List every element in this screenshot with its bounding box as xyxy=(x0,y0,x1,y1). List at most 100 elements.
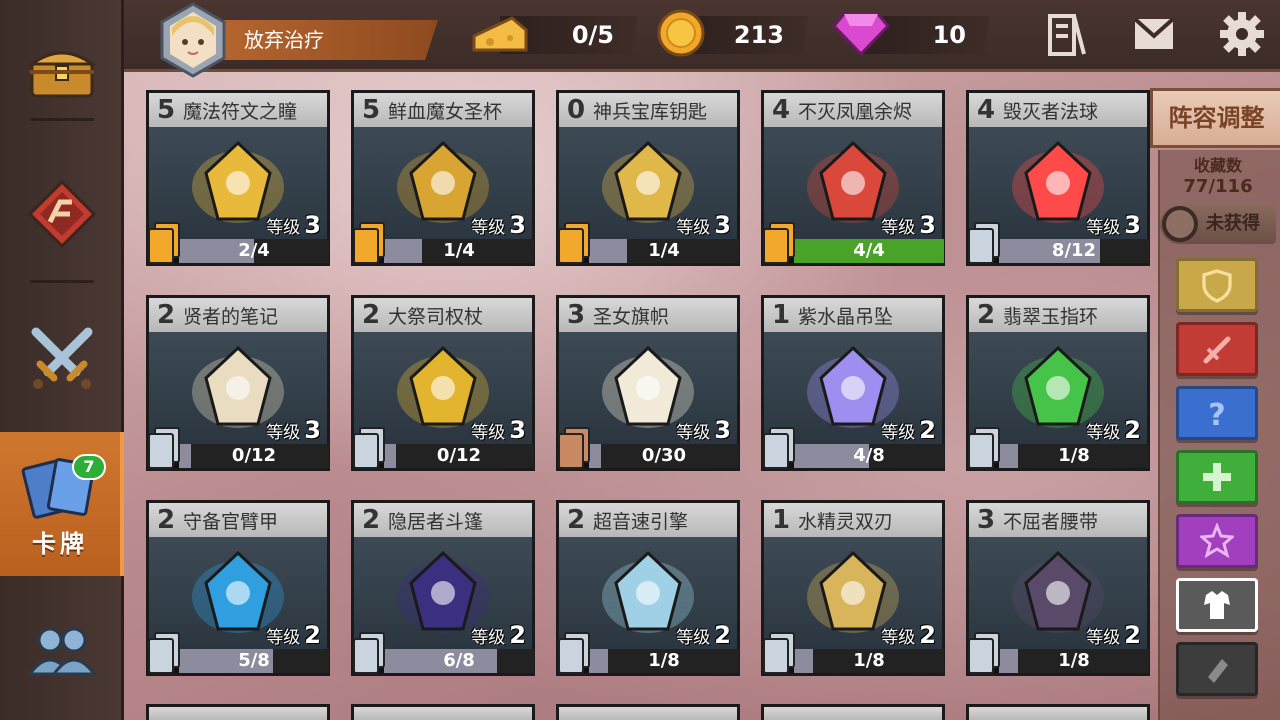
card-level: 等级 3 xyxy=(881,211,936,239)
card-level: 等级 3 xyxy=(266,211,321,239)
card-name: 不屈者腰带 xyxy=(1003,510,1099,533)
card-item[interactable]: 3 不屈者腰带 等级 2 1/8 xyxy=(966,500,1150,676)
sidebar-item-chest[interactable] xyxy=(0,20,124,120)
card-item[interactable]: 4 毁灭者法球 等级 3 8/12 xyxy=(966,90,1150,266)
cards-badge: 7 xyxy=(72,454,106,480)
rarity-cards-icon xyxy=(353,222,385,264)
card-level: 等级 2 xyxy=(881,621,936,649)
sidebar-item-rune[interactable] xyxy=(0,164,124,264)
rune-emblem-icon xyxy=(27,179,97,249)
card-star-count: 5 xyxy=(156,95,176,125)
rarity-cards-icon xyxy=(968,427,1000,469)
avatar[interactable] xyxy=(158,2,228,78)
card-item[interactable]: 2 守备官臂甲等级 2 5/8 xyxy=(146,500,330,676)
card-item-partial[interactable] xyxy=(351,704,535,720)
card-level-label: 等级 xyxy=(881,218,916,238)
gear-icon[interactable] xyxy=(1218,10,1266,58)
filter-button-armor[interactable] xyxy=(1176,578,1258,632)
filter-button-plus[interactable] xyxy=(1176,450,1258,504)
question-icon: ? xyxy=(1208,398,1225,431)
rarity-cards-icon xyxy=(763,222,795,264)
crossed-swords-icon xyxy=(31,327,93,389)
card-progress-bar: 4/4 xyxy=(794,239,944,263)
card-header: 1 水精灵双刃 xyxy=(764,503,942,537)
filter-button-sword[interactable] xyxy=(1176,322,1258,376)
card-progress-text: 1/8 xyxy=(648,650,680,671)
card-name: 圣女旗帜 xyxy=(593,305,670,328)
card-item[interactable]: 3 圣女旗帜 等级 3 0/30 xyxy=(556,295,740,471)
filter-button-shield[interactable] xyxy=(1176,258,1258,312)
sidebar-item-battle[interactable] xyxy=(0,308,124,408)
card-item[interactable]: 0 神兵宝库钥匙 等级 3 1/4 xyxy=(556,90,740,266)
card-progress-text: 4/4 xyxy=(853,240,885,261)
mail-icon[interactable] xyxy=(1132,14,1176,54)
card-progress-text: 0/12 xyxy=(231,445,277,466)
card-item-partial[interactable] xyxy=(761,704,945,720)
card-item[interactable]: 1 紫水晶吊坠等级 2 4/8 xyxy=(761,295,945,471)
card-header: 5 魔法符文之瞳 xyxy=(149,93,327,127)
card-progress-text: 0/30 xyxy=(641,445,687,466)
card-item[interactable]: 5 鲜血魔女圣杯 等级 3 1/4 xyxy=(351,90,535,266)
card-item[interactable]: 1 水精灵双刃等级 2 1/8 xyxy=(761,500,945,676)
card-progress-text: 1/4 xyxy=(648,240,680,261)
card-progress-text: 1/8 xyxy=(853,650,885,671)
card-item[interactable]: 2 隐居者斗篷 等级 2 6/8 xyxy=(351,500,535,676)
rarity-cards-icon xyxy=(148,632,180,674)
card-progress-bar: 4/8 xyxy=(794,444,944,468)
filter-button-star[interactable] xyxy=(1176,514,1258,568)
rarity-cards-icon xyxy=(558,427,590,469)
card-level-label: 等级 xyxy=(266,628,301,648)
card-level-value: 3 xyxy=(509,211,526,239)
card-header: 2 守备官臂甲 xyxy=(149,503,327,537)
card-level-value: 3 xyxy=(1124,211,1141,239)
lineup-button[interactable]: 阵容调整 xyxy=(1150,88,1280,148)
card-item[interactable]: 2 贤者的笔记 等级 3 0/12 xyxy=(146,295,330,471)
card-level-value: 3 xyxy=(714,211,731,239)
collection-label: 收藏数 xyxy=(1193,156,1242,175)
card-progress-bar: 0/30 xyxy=(589,444,739,468)
card-item[interactable]: 5 魔法符文之瞳 等级 3 2/4 xyxy=(146,90,330,266)
card-item[interactable]: 2 大祭司权杖 等级 3 0/12 xyxy=(351,295,535,471)
svg-text:?: ? xyxy=(1208,398,1225,431)
filter-button-question[interactable]: ? xyxy=(1176,386,1258,440)
card-item[interactable]: 2 超音速引擎 等级 2 1/8 xyxy=(556,500,740,676)
rarity-cards-icon xyxy=(148,222,180,264)
card-star-count: 4 xyxy=(976,95,996,125)
card-star-count: 2 xyxy=(976,300,996,330)
card-progress-bar: 1/4 xyxy=(384,239,534,263)
card-level-value: 3 xyxy=(304,416,321,444)
card-item-partial[interactable] xyxy=(966,704,1150,720)
card-progress-bar: 6/8 xyxy=(384,649,534,673)
card-header: 4 毁灭者法球 xyxy=(969,93,1147,127)
card-star-count: 0 xyxy=(566,95,586,125)
plus-icon xyxy=(1203,463,1231,491)
unowned-toggle[interactable]: 未获得 xyxy=(1160,204,1276,244)
card-progress-bar: 5/8 xyxy=(179,649,329,673)
card-level-label: 等级 xyxy=(471,218,506,238)
card-progress-text: 6/8 xyxy=(443,650,475,671)
card-header: 1 紫水晶吊坠 xyxy=(764,298,942,332)
card-level: 等级 2 xyxy=(1086,621,1141,649)
card-name: 守备官臂甲 xyxy=(183,510,279,533)
card-progress-text: 1/4 xyxy=(443,240,475,261)
filter-button-scroll[interactable] xyxy=(1176,642,1258,696)
card-progress-bar: 1/4 xyxy=(589,239,739,263)
player-name[interactable]: 放弃治疗 xyxy=(224,20,438,60)
card-level: 等级 2 xyxy=(881,416,936,444)
card-item[interactable]: 4 不灭凤凰余烬 等级 3 4/4 xyxy=(761,90,945,266)
card-progress-text: 5/8 xyxy=(238,650,270,671)
card-header: 0 神兵宝库钥匙 xyxy=(559,93,737,127)
card-progress-bar: 0/12 xyxy=(384,444,534,468)
sidebar: 7 卡牌 xyxy=(0,0,124,720)
card-item[interactable]: 2 翡翠玉指环 等级 2 1/8 xyxy=(966,295,1150,471)
card-item-partial[interactable] xyxy=(146,704,330,720)
sidebar-divider xyxy=(30,280,94,283)
card-star-count: 2 xyxy=(156,505,176,535)
card-level: 等级 3 xyxy=(266,416,321,444)
sidebar-item-cards[interactable]: 7 卡牌 xyxy=(0,432,124,576)
card-level-label: 等级 xyxy=(1086,423,1121,443)
card-item-partial[interactable] xyxy=(556,704,740,720)
book-icon[interactable] xyxy=(1044,12,1090,58)
card-star-count: 1 xyxy=(771,505,791,535)
sidebar-item-friends[interactable] xyxy=(0,600,124,700)
